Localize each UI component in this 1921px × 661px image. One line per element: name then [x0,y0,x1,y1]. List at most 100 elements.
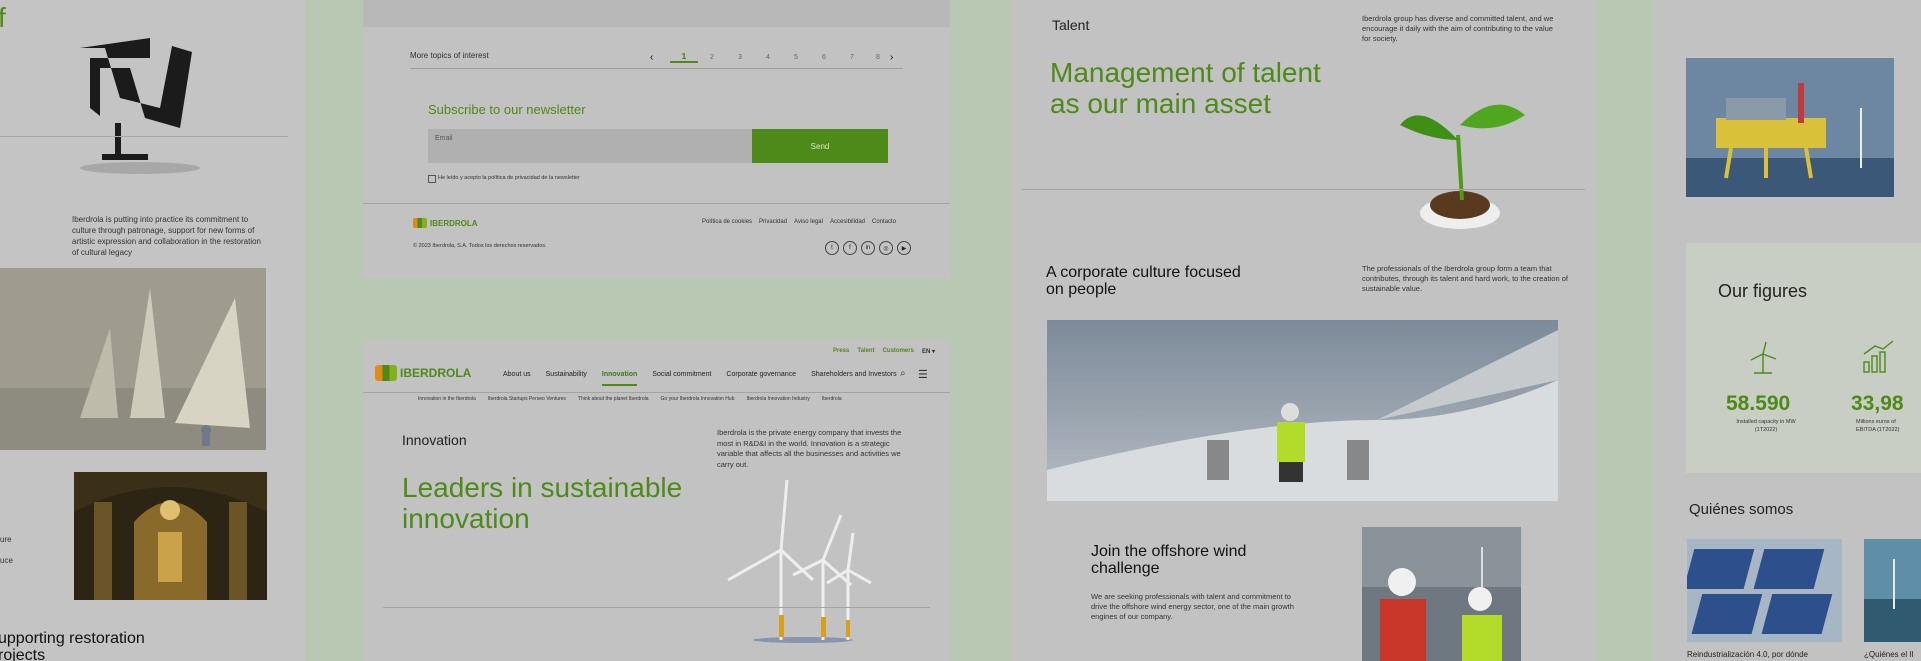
sailboat-painting-image [0,268,266,450]
talent-headline-line-2: as our main asset [1050,88,1271,119]
nav-social-commitment[interactable]: Social commitment [652,371,711,386]
column-newsletter: More topics of interest ‹ 1 2 3 4 5 6 7 … [305,0,1010,661]
pagination-row: More topics of interest ‹ 1 2 3 4 5 6 7 … [410,46,903,69]
figure-2-label: Millions euros of EBITDA (1T2022) [1856,419,1900,433]
culture-title-line-1: A corporate culture focused [1046,264,1241,281]
offshore-title-line-1: Join the offshore wind [1091,543,1247,560]
top-band [363,0,950,27]
page-5[interactable]: 5 [782,54,810,61]
restoration-title-line-1: upporting restoration [0,630,145,647]
footer-link-legal[interactable]: Aviso legal [794,219,823,225]
instagram-icon[interactable]: ◎ [879,241,893,255]
menu-icon[interactable]: ☰ [918,368,928,381]
nav-corporate-governance[interactable]: Corporate governance [726,371,796,386]
subnav-item-4[interactable]: Go your Iberdrola Innovation Hub [661,396,735,402]
topics-label: More topics of interest [410,51,489,60]
subnav-item-5[interactable]: Iberdrola Innovation Industry [746,396,809,402]
solar-panels-image[interactable] [1687,539,1842,642]
innovation-headline-line-1: Leaders in sustainable [402,472,683,503]
footer-logo: IBERDROLA [413,218,478,228]
page-7[interactable]: 7 [838,54,866,61]
footer-link-cookies[interactable]: Política de cookies [702,219,752,225]
restoration-title: upporting restoration rojects [0,630,145,661]
utility-links: Press Talent Customers EN ▾ [833,348,935,355]
consent-checkbox[interactable] [428,175,436,183]
talent-intro: Iberdrola group has diverse and committe… [1362,14,1554,43]
offshore-workers-image [1362,527,1521,661]
column-figures: Our figures 58.590 Installed capacity in… [1595,0,1921,661]
hero-divider [383,607,930,608]
side-text-a: ure [0,535,12,544]
utility-link-press[interactable]: Press [833,348,849,355]
footer-link-contact[interactable]: Contacto [872,219,896,225]
copyright: © 2023 Iberdrola, S.A. Todos los derecho… [413,243,547,249]
nav-shareholders[interactable]: Shareholders and Investors [811,371,897,386]
divider [0,136,288,137]
send-button[interactable]: Send [752,129,888,163]
page-1[interactable]: 1 [670,52,698,63]
column-culture: f Iberdrola is putting into practice its… [0,0,305,661]
linkedin-icon[interactable]: in [861,241,875,255]
offshore-card-image[interactable] [1864,539,1921,642]
talent-card: Talent Management of talent as our main … [1010,0,1595,661]
email-field[interactable]: Email [428,129,752,163]
subnav-item-2[interactable]: Iberdrola Startups Perseo Ventures [488,396,566,402]
consent-text: He leído y acepto la política de privaci… [438,175,580,181]
turbine-worker-image [1047,320,1558,501]
page-8[interactable]: 8 [866,54,890,61]
page-6[interactable]: 6 [810,54,838,61]
offshore-title: Join the offshore wind challenge [1091,543,1246,577]
footer-card: More topics of interest ‹ 1 2 3 4 5 6 7 … [363,0,950,278]
culture-caption: Iberdrola is putting into practice its c… [72,215,261,257]
subnav-item-6[interactable]: Iberdrola [822,396,842,402]
footer-link-privacy[interactable]: Privacidad [759,219,787,225]
search-icon[interactable]: ⌕ [900,368,906,379]
send-button-label: Send [810,141,830,151]
twitter-icon[interactable]: t [825,241,839,255]
iberdrola-logo-icon [375,365,397,381]
wind-turbines-image [723,475,873,645]
page-2[interactable]: 2 [698,54,726,61]
nav-divider [363,392,950,393]
offshore-title-line-2: challenge [1091,560,1160,577]
nav-innovation[interactable]: Innovation [601,371,638,386]
offshore-text: We are seeking professionals with talent… [1091,592,1294,621]
pagination: ‹ 1 2 3 4 5 6 7 8 › [650,50,900,64]
wind-turbine-icon [1746,340,1780,374]
seedling-image [1400,95,1530,235]
column-talent: Talent Management of talent as our main … [1010,0,1595,661]
language-selector[interactable]: EN ▾ [922,348,935,355]
youtube-icon[interactable]: ▶ [897,241,911,255]
email-placeholder: Email [435,135,453,142]
culture-title-line-2: on people [1046,281,1117,298]
utility-link-talent[interactable]: Talent [857,348,874,355]
footer-link-accessibility[interactable]: Accesibilidad [830,219,865,225]
section-label: Innovation [402,432,467,448]
footer-logo-text: IBERDROLA [430,218,478,228]
utility-link-customers[interactable]: Customers [883,348,914,355]
figure-1-value: 58.590 [1726,392,1791,415]
cathedral-image [74,472,267,600]
next-page-icon[interactable]: › [890,52,900,63]
innovation-headline-line-2: innovation [402,503,530,534]
nav-about-us[interactable]: About us [503,371,531,386]
header-logo[interactable]: IBERDROLA [375,365,471,381]
subnav-item-3[interactable]: Think about the planet Iberdrola [578,396,649,402]
side-text-b: uce [0,556,13,565]
nav-sustainability[interactable]: Sustainability [546,371,587,386]
quienes-title: Quiénes somos [1689,501,1794,518]
figures-card: Our figures 58.590 Installed capacity in… [1653,0,1921,661]
subnav-item-1[interactable]: Innovation in the Iberdrola [418,396,476,402]
innovation-headline: Leaders in sustainable innovation [402,472,682,534]
newsletter-title: Subscribe to our newsletter [428,102,586,117]
talent-headline-line-1: Management of talent [1050,57,1321,88]
page-4[interactable]: 4 [754,54,782,61]
restoration-title-line-2: rojects [0,647,46,661]
talent-divider [1022,189,1585,190]
facebook-icon[interactable]: f [843,241,857,255]
page-3[interactable]: 3 [726,54,754,61]
prev-page-icon[interactable]: ‹ [650,52,670,63]
card-2-caption[interactable]: ¿Quiénes el Il [1864,651,1921,659]
sculpture-image [60,28,220,178]
card-1-caption[interactable]: Reindustrialización 4.0, por dónde [1687,651,1808,659]
